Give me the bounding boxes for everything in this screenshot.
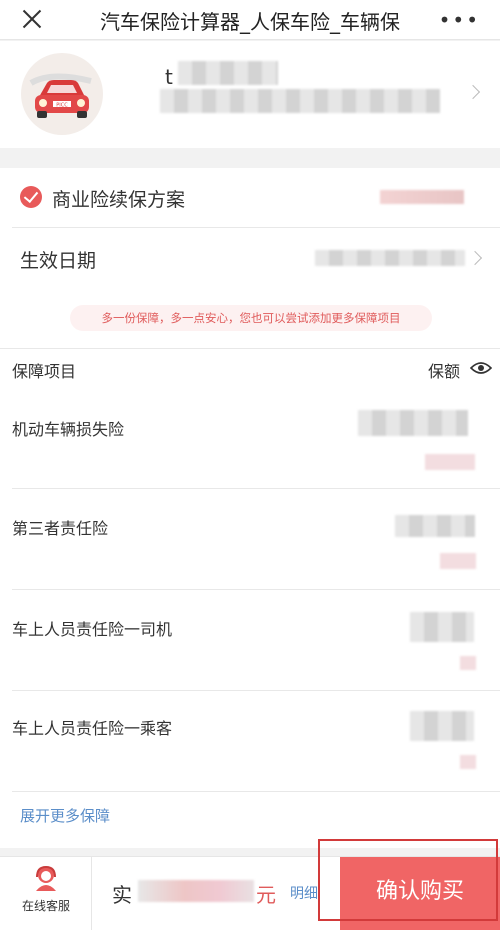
check-circle-icon[interactable] (20, 186, 42, 208)
effective-date-row[interactable]: 生效日期 (0, 228, 500, 288)
coverage-item-name: 车上人员责任险一乘客 (12, 719, 173, 738)
chevron-right-icon (465, 84, 481, 100)
coverage-item[interactable]: 第三者责任险 (0, 489, 500, 589)
car-logo-avatar: PICC (21, 53, 103, 135)
bottom-bar: 在线客服 实 元 明细 确认购买 (0, 856, 500, 930)
vehicle-owner-initial: t (165, 65, 173, 89)
currency-unit: 元 (256, 883, 276, 907)
coverage-item[interactable]: 车上人员责任险一乘客 (0, 691, 500, 791)
plan-title: 商业险续保方案 (52, 189, 186, 211)
customer-service-icon (36, 865, 56, 891)
car-icon: PICC (29, 73, 92, 118)
blurred-price (425, 454, 475, 470)
blurred-premium (380, 190, 464, 204)
page-title: 汽车保险计算器_人保车险_车辆保 (100, 10, 400, 34)
tip-banner: 多一份保障，多一点安心，您也可以尝试添加更多保障项目 (70, 305, 432, 331)
coverage-header-label: 保障项目 (12, 362, 77, 381)
detail-link[interactable]: 明细 (290, 883, 318, 903)
blurred-price (460, 755, 476, 769)
blurred-amount (410, 711, 474, 741)
chevron-right-icon (467, 250, 483, 266)
blurred-amount (358, 410, 468, 436)
expand-more-coverage-link[interactable]: 展开更多保障 (20, 805, 110, 826)
customer-service-button[interactable]: 在线客服 (0, 857, 92, 930)
coverage-item-name: 第三者责任险 (12, 519, 109, 538)
top-bar: 汽车保险计算器_人保车险_车辆保 ••• (0, 0, 500, 40)
blurred-price (440, 553, 476, 569)
plan-row[interactable]: 商业险续保方案 (0, 168, 500, 226)
blurred-price (460, 656, 476, 670)
amount-header-label: 保额 (428, 362, 461, 381)
effective-date-label: 生效日期 (20, 250, 97, 272)
plan-panel: 商业险续保方案 生效日期 多一份保障，多一点安心，您也可以尝试添加更多保障项目 … (0, 168, 500, 848)
blurred-date (315, 250, 465, 266)
coverage-item-name: 机动车辆损失险 (12, 420, 125, 439)
coverage-item[interactable]: 车上人员责任险一司机 (0, 590, 500, 690)
payment-label: 实 (112, 883, 132, 907)
coverage-item-name: 车上人员责任险一司机 (12, 620, 173, 639)
customer-service-label: 在线客服 (21, 899, 70, 913)
blurred-total-price (138, 880, 254, 902)
coverage-item[interactable]: 机动车辆损失险 (0, 388, 500, 488)
vehicle-profile-card[interactable]: PICC t (0, 41, 500, 148)
blurred-vehicle-plate (160, 89, 440, 113)
blurred-vehicle-info (178, 61, 278, 85)
confirm-purchase-button[interactable]: 确认购买 (340, 857, 500, 930)
blurred-amount (410, 612, 474, 642)
blurred-amount (395, 515, 475, 537)
coverage-header: 保障项目 保额 (0, 348, 500, 388)
eye-icon[interactable] (470, 361, 492, 375)
svg-text:PICC: PICC (56, 103, 68, 109)
close-icon[interactable] (16, 4, 50, 34)
more-options-icon[interactable]: ••• (439, 8, 480, 32)
